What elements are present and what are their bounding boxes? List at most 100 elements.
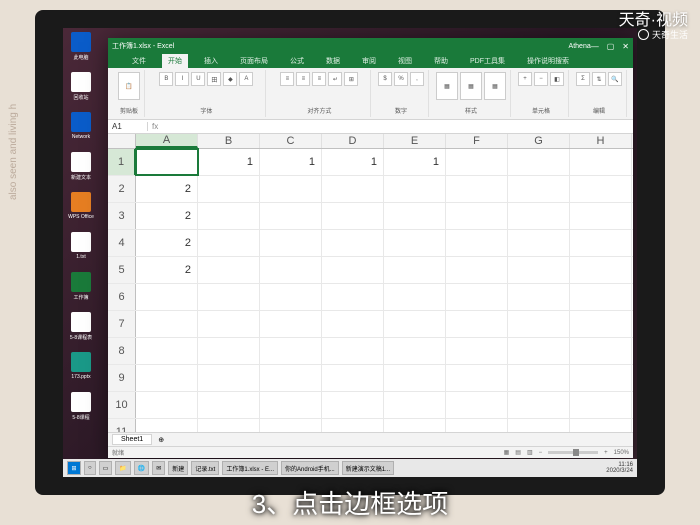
sort-button[interactable]: ⇅	[592, 72, 606, 86]
cell-f1[interactable]	[446, 149, 508, 175]
cell-e1[interactable]: 1	[384, 149, 446, 175]
cell-h6[interactable]	[570, 284, 632, 310]
cell-b11[interactable]	[198, 419, 260, 432]
row-header-7[interactable]: 7	[108, 311, 136, 337]
cell-f7[interactable]	[446, 311, 508, 337]
cell-h5[interactable]	[570, 257, 632, 283]
col-header-h[interactable]: H	[570, 134, 632, 148]
tab-view[interactable]: 视图	[392, 54, 418, 68]
cell-d3[interactable]	[322, 203, 384, 229]
cell-b5[interactable]	[198, 257, 260, 283]
cell-b6[interactable]	[198, 284, 260, 310]
minimize-button[interactable]: —	[591, 42, 599, 51]
col-header-g[interactable]: G	[508, 134, 570, 148]
cell-h2[interactable]	[570, 176, 632, 202]
cell-d9[interactable]	[322, 365, 384, 391]
col-header-f[interactable]: F	[446, 134, 508, 148]
cell-styles-button[interactable]: ▦	[484, 72, 506, 100]
desktop-icon[interactable]: 5-8课程表	[67, 312, 95, 344]
row-header-11[interactable]: 11	[108, 419, 136, 432]
row-header-10[interactable]: 10	[108, 392, 136, 418]
align-left-button[interactable]: ≡	[280, 72, 294, 86]
cell-g4[interactable]	[508, 230, 570, 256]
row-header-5[interactable]: 5	[108, 257, 136, 283]
desktop-icon[interactable]: Network	[67, 112, 95, 144]
cell-a6[interactable]	[136, 284, 198, 310]
zoom-out-button[interactable]: −	[539, 450, 543, 456]
cell-h9[interactable]	[570, 365, 632, 391]
cell-e3[interactable]	[384, 203, 446, 229]
cell-b8[interactable]	[198, 338, 260, 364]
desktop-icon[interactable]: 1.txt	[67, 232, 95, 264]
insert-button[interactable]: +	[518, 72, 532, 86]
taskbar-cortana[interactable]: ○	[84, 461, 96, 475]
percent-button[interactable]: %	[394, 72, 408, 86]
font-color-button[interactable]: A	[239, 72, 253, 86]
cell-a1[interactable]	[136, 149, 198, 175]
tab-review[interactable]: 审阅	[356, 54, 382, 68]
name-box[interactable]: A1	[108, 122, 148, 131]
fx-icon[interactable]: fx	[148, 122, 162, 131]
desktop-icon[interactable]: 5-8课程	[67, 392, 95, 424]
format-table-button[interactable]: ▦	[460, 72, 482, 100]
wrap-text-button[interactable]: ↵	[328, 72, 342, 86]
cell-h10[interactable]	[570, 392, 632, 418]
taskbar-explorer[interactable]: 📁	[115, 461, 130, 475]
cell-e10[interactable]	[384, 392, 446, 418]
col-header-d[interactable]: D	[322, 134, 384, 148]
taskbar-excel[interactable]: 工作簿1.xlsx - E...	[222, 461, 278, 475]
cell-a11[interactable]	[136, 419, 198, 432]
desktop-icon[interactable]: 工作簿	[67, 272, 95, 304]
cell-a2[interactable]: 2	[136, 176, 198, 202]
cell-c3[interactable]	[260, 203, 322, 229]
taskbar-taskview[interactable]: ▭	[99, 461, 113, 475]
cell-h3[interactable]	[570, 203, 632, 229]
cell-g3[interactable]	[508, 203, 570, 229]
cell-g10[interactable]	[508, 392, 570, 418]
cell-f11[interactable]	[446, 419, 508, 432]
row-header-1[interactable]: 1	[108, 149, 136, 175]
tab-formulas[interactable]: 公式	[284, 54, 310, 68]
row-header-9[interactable]: 9	[108, 365, 136, 391]
cell-c11[interactable]	[260, 419, 322, 432]
col-header-e[interactable]: E	[384, 134, 446, 148]
cell-f5[interactable]	[446, 257, 508, 283]
cell-a4[interactable]: 2	[136, 230, 198, 256]
cell-f6[interactable]	[446, 284, 508, 310]
zoom-level[interactable]: 150%	[614, 450, 629, 456]
cell-g9[interactable]	[508, 365, 570, 391]
cell-d5[interactable]	[322, 257, 384, 283]
cell-c10[interactable]	[260, 392, 322, 418]
bold-button[interactable]: B	[159, 72, 173, 86]
cell-a7[interactable]	[136, 311, 198, 337]
cell-d1[interactable]: 1	[322, 149, 384, 175]
cell-b7[interactable]	[198, 311, 260, 337]
cell-g6[interactable]	[508, 284, 570, 310]
cell-c8[interactable]	[260, 338, 322, 364]
cell-h7[interactable]	[570, 311, 632, 337]
cell-d6[interactable]	[322, 284, 384, 310]
col-header-b[interactable]: B	[198, 134, 260, 148]
cell-a8[interactable]	[136, 338, 198, 364]
underline-button[interactable]: U	[191, 72, 205, 86]
cell-e2[interactable]	[384, 176, 446, 202]
zoom-slider[interactable]	[548, 451, 598, 454]
select-all-corner[interactable]	[108, 134, 136, 148]
cell-d8[interactable]	[322, 338, 384, 364]
cell-g7[interactable]	[508, 311, 570, 337]
cell-c7[interactable]	[260, 311, 322, 337]
conditional-format-button[interactable]: ▦	[436, 72, 458, 100]
view-normal-button[interactable]: ▦	[504, 449, 510, 456]
desktop-icon[interactable]: 新建文本	[67, 152, 95, 184]
cell-h8[interactable]	[570, 338, 632, 364]
row-header-6[interactable]: 6	[108, 284, 136, 310]
row-header-3[interactable]: 3	[108, 203, 136, 229]
cell-d11[interactable]	[322, 419, 384, 432]
taskbar-browser[interactable]: 🌐	[134, 461, 149, 475]
row-header-2[interactable]: 2	[108, 176, 136, 202]
cell-g2[interactable]	[508, 176, 570, 202]
taskbar-ppt[interactable]: 新建演示文稿1...	[342, 461, 394, 475]
cell-h1[interactable]	[570, 149, 632, 175]
cell-e8[interactable]	[384, 338, 446, 364]
cell-b9[interactable]	[198, 365, 260, 391]
